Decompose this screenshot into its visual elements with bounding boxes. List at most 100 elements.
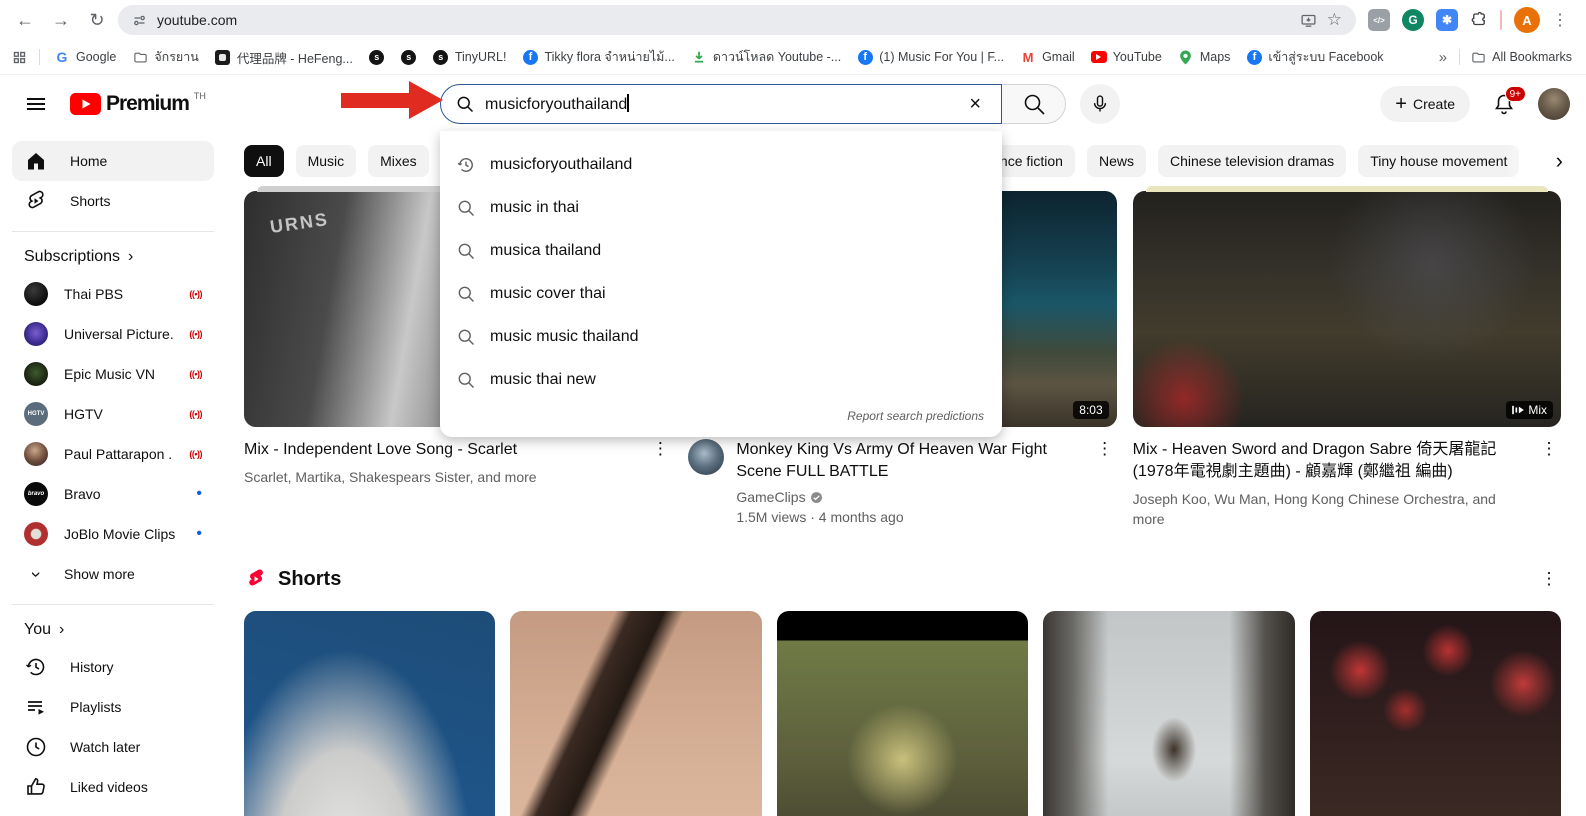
shorts-thumbnail[interactable] [1310, 611, 1561, 816]
bookmark-star-icon[interactable]: ☆ [1327, 10, 1342, 30]
bookmarks-bar: G Google จักรยาน 代理品牌 - HeFeng... s s s … [0, 40, 1586, 75]
sidebar-item-watch-later[interactable]: Watch later [12, 727, 214, 767]
sidebar-item-playlists[interactable]: Playlists [12, 687, 214, 727]
chips-next-icon[interactable]: › [1507, 145, 1567, 177]
shorts-thumbnail[interactable] [244, 611, 495, 816]
sidebar-item-home[interactable]: Home [12, 141, 214, 181]
extensions-puzzle-icon[interactable] [1470, 11, 1488, 29]
bookmark-tikky-flora[interactable]: f Tikky flora จำหน่ายไม้... [516, 43, 680, 71]
chip-mixes[interactable]: Mixes [368, 145, 429, 177]
video-card[interactable]: Mix Mix - Heaven Sword and Dragon Sabre … [1133, 191, 1561, 529]
chip-chinese-tv-dramas[interactable]: Chinese television dramas [1158, 145, 1346, 177]
bookmarks-overflow-icon[interactable]: » [1431, 49, 1455, 66]
back-icon[interactable]: ← [10, 5, 40, 35]
account-avatar[interactable] [1538, 88, 1570, 120]
suggestion-item[interactable]: music music thailand [440, 315, 1002, 358]
subscription-paul-pattarapon[interactable]: Paul Pattarapon ... ((•)) [12, 434, 214, 474]
subscription-bravo[interactable]: bravo Bravo • [12, 474, 214, 514]
sidebar-item-shorts[interactable]: Shorts [12, 181, 214, 221]
subscription-thai-pbs[interactable]: Thai PBS ((•)) [12, 274, 214, 314]
clear-search-icon[interactable]: × [959, 93, 991, 116]
grammarly-extension-icon[interactable]: G [1402, 9, 1424, 31]
shorts-thumbnail[interactable] [1043, 611, 1294, 816]
guide-sidebar: Home Shorts Subscriptions › Thai PBS ((•… [0, 133, 226, 816]
subscriptions-header[interactable]: Subscriptions › [12, 242, 214, 274]
show-more-button[interactable]: › Show more [12, 554, 214, 594]
suggestion-item[interactable]: music cover thai [440, 272, 1002, 315]
guide-menu-icon[interactable] [16, 84, 56, 124]
browser-profile-avatar[interactable]: A [1514, 7, 1540, 33]
video-title[interactable]: Mix - Independent Love Song - Scarlet [244, 439, 636, 461]
suggestion-item[interactable]: music thai new [440, 358, 1002, 401]
chip-tiny-house[interactable]: Tiny house movement [1358, 145, 1519, 177]
suggestion-item[interactable]: musica thailand [440, 229, 1002, 272]
sidebar-divider [12, 604, 214, 605]
suggestion-item[interactable]: musicforyouthailand [440, 143, 1002, 186]
all-bookmarks-button[interactable]: All Bookmarks [1464, 45, 1578, 69]
video-title[interactable]: Mix - Heaven Sword and Dragon Sabre 倚天屠龍… [1133, 439, 1525, 483]
url-text[interactable]: youtube.com [157, 12, 1290, 28]
clock-icon [24, 735, 48, 759]
create-button[interactable]: + Create [1380, 86, 1470, 122]
code-extension-icon[interactable]: </> [1368, 9, 1390, 31]
shorts-thumbnail[interactable] [510, 611, 761, 816]
shorts-grid [244, 611, 1561, 816]
subscription-epic-music-vn[interactable]: Epic Music VN ((•)) [12, 354, 214, 394]
channel-name[interactable]: GameClips [736, 489, 1080, 505]
bookmark-google[interactable]: G Google [48, 45, 122, 69]
shorts-menu-button[interactable]: ⋮ [1537, 569, 1561, 589]
shorts-thumbnail[interactable] [777, 611, 1028, 816]
address-bar[interactable]: youtube.com ☆ [118, 5, 1356, 35]
settings-extension-icon[interactable]: ✱ [1436, 9, 1458, 31]
chip-news[interactable]: News [1087, 145, 1146, 177]
apps-grid-icon[interactable] [8, 50, 31, 65]
sidebar-item-history[interactable]: History [12, 647, 214, 687]
reload-icon[interactable]: ↻ [82, 5, 112, 35]
channel-avatar[interactable] [688, 439, 724, 475]
suggestion-item[interactable]: music in thai [440, 186, 1002, 229]
search-input[interactable]: musicforyouthailand × [440, 84, 1002, 124]
you-header[interactable]: You › [12, 615, 214, 647]
bookmark-tinyurl[interactable]: s TinyURL! [427, 45, 513, 69]
browser-menu-icon[interactable]: ⋮ [1552, 10, 1568, 30]
playlist-play-icon [1512, 405, 1524, 415]
subscription-universal-pictures[interactable]: Universal Picture... ((•)) [12, 314, 214, 354]
playlists-icon [24, 695, 48, 719]
folder-icon [1470, 49, 1486, 65]
bookmark-hefeng[interactable]: 代理品牌 - HeFeng... [209, 44, 359, 71]
video-menu-button[interactable]: ⋮ [1537, 439, 1561, 529]
sidebar-item-liked-videos[interactable]: Liked videos [12, 767, 214, 807]
country-code: TH [194, 91, 206, 101]
report-search-predictions-link[interactable]: Report search predictions [440, 401, 1002, 433]
notifications-button[interactable]: 9+ [1492, 92, 1516, 116]
bookmark-site[interactable]: s [395, 45, 423, 69]
video-menu-button[interactable]: ⋮ [1093, 439, 1117, 527]
video-byline[interactable]: Joseph Koo, Wu Man, Hong Kong Chinese Or… [1133, 489, 1525, 529]
bookmark-maps[interactable]: Maps [1172, 45, 1237, 69]
bookmark-music-for-you[interactable]: f (1) Music For You | F... [851, 45, 1010, 69]
chevron-right-icon: › [59, 621, 64, 639]
video-thumbnail[interactable]: Mix [1133, 191, 1561, 427]
youtube-premium-logo[interactable]: Premium TH [70, 93, 206, 115]
forward-icon[interactable]: → [46, 5, 76, 35]
video-byline[interactable]: Scarlet, Martika, Shakespears Sister, an… [244, 467, 636, 487]
subscription-hgtv[interactable]: HGTV HGTV ((•)) [12, 394, 214, 434]
video-menu-button[interactable]: ⋮ [648, 439, 672, 487]
chip-all[interactable]: All [244, 145, 284, 177]
bookmark-download-youtube[interactable]: ดาวน์โหลด Youtube -... [685, 43, 847, 71]
subscription-joblo-movie-clips[interactable]: JoBlo Movie Clips • [12, 514, 214, 554]
bookmark-facebook-login[interactable]: f เข้าสู่ระบบ Facebook [1240, 43, 1389, 71]
bookmark-folder[interactable]: จักรยาน [126, 43, 205, 71]
youtube-masthead: Premium TH musicforyouthailand × + Creat… [0, 75, 1586, 133]
install-icon[interactable] [1300, 12, 1317, 29]
google-icon: G [54, 49, 70, 65]
chip-music[interactable]: Music [296, 145, 357, 177]
bookmark-gmail[interactable]: M Gmail [1014, 45, 1081, 69]
bookmark-youtube[interactable]: YouTube [1085, 45, 1168, 69]
bookmark-site[interactable]: s [363, 45, 391, 69]
site-info-icon[interactable] [132, 13, 147, 28]
voice-search-button[interactable] [1080, 84, 1120, 124]
search-button[interactable] [1002, 84, 1066, 124]
search-icon [1022, 92, 1046, 116]
video-title[interactable]: Monkey King Vs Army Of Heaven War Fight … [736, 439, 1080, 483]
